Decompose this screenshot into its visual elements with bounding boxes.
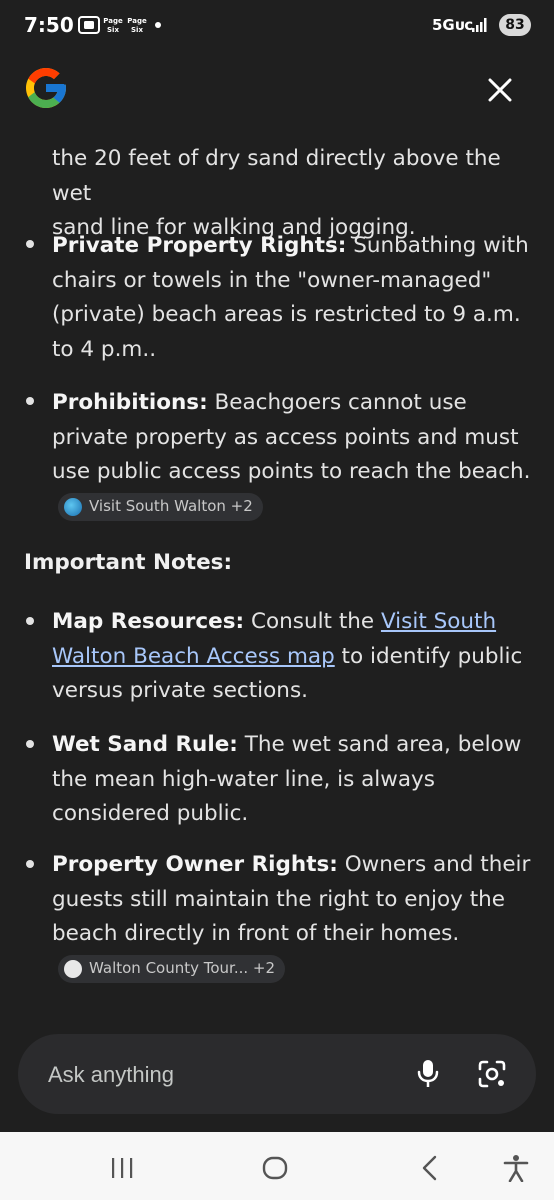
network-type: 5Gᴜᴄ (432, 16, 474, 34)
recent-apps-button[interactable] (104, 1150, 140, 1186)
list-item: Map Resources: Consult the Visit South W… (52, 609, 523, 703)
recent-apps-icon (112, 1158, 133, 1178)
walton-county-tourism-icon (64, 959, 82, 978)
page-six-icon: Page Six (103, 17, 123, 34)
bullet-dot (26, 617, 34, 625)
visit-south-walton-icon (64, 497, 82, 516)
camera-search-icon (478, 1060, 506, 1088)
home-button[interactable] (257, 1150, 293, 1186)
signal-icon (472, 18, 487, 32)
bullet-dot (26, 740, 34, 748)
accessibility-button[interactable] (498, 1150, 534, 1186)
list-item: Property Owner Rights: Owners and their … (52, 848, 542, 986)
voice-search-button[interactable] (410, 1056, 446, 1092)
microphone-icon (417, 1060, 439, 1087)
bullet-dot (26, 860, 34, 868)
ai-answer-content: the 20 feet of dry sand directly above t… (0, 120, 554, 1020)
accessibility-icon (503, 1155, 529, 1182)
svg-text:Six: Six (107, 26, 119, 34)
close-button[interactable] (480, 70, 520, 110)
status-bar: 7:50 Page Six Page Six 5Gᴜᴄ 83 (0, 0, 554, 50)
ask-bar (18, 1034, 536, 1114)
svg-text:Page: Page (127, 17, 147, 25)
screenshot-icon (78, 16, 100, 34)
top-fade (0, 120, 554, 144)
list-item-title: Prohibitions: (52, 390, 208, 415)
source-chip[interactable]: Walton County Tour... +2 (58, 954, 286, 983)
battery-icon: 83 (499, 14, 531, 36)
close-icon (488, 78, 512, 102)
bullet-dot (26, 240, 34, 248)
list-item-title: Private Property Rights: (52, 233, 347, 258)
list-item-title: Property Owner Rights: (52, 852, 338, 877)
list-item: Prohibitions: Beachgoers cannot use priv… (52, 386, 542, 524)
svg-text:Six: Six (131, 26, 143, 34)
back-icon (422, 1155, 437, 1181)
home-icon (262, 1156, 288, 1180)
notification-dot-icon (155, 22, 161, 28)
system-nav-bar (0, 1132, 554, 1200)
ask-input[interactable] (46, 1058, 370, 1092)
section-heading: Important Notes: (24, 550, 233, 575)
google-lens-button[interactable] (474, 1056, 510, 1092)
list-item-title: Map Resources: (52, 609, 245, 634)
list-item: Private Property Rights: Sunbathing with… (52, 233, 529, 362)
status-time: 7:50 (24, 13, 74, 37)
bullet-dot (26, 397, 34, 405)
source-chip[interactable]: Visit South Walton +2 (58, 492, 263, 521)
google-g-logo (26, 68, 66, 108)
list-item: Wet Sand Rule: The wet sand area, below … (52, 732, 522, 826)
svg-text:Page: Page (103, 17, 123, 25)
list-item-title: Wet Sand Rule: (52, 732, 238, 757)
back-button[interactable] (412, 1150, 448, 1186)
page-six-icon: Page Six (127, 17, 147, 34)
